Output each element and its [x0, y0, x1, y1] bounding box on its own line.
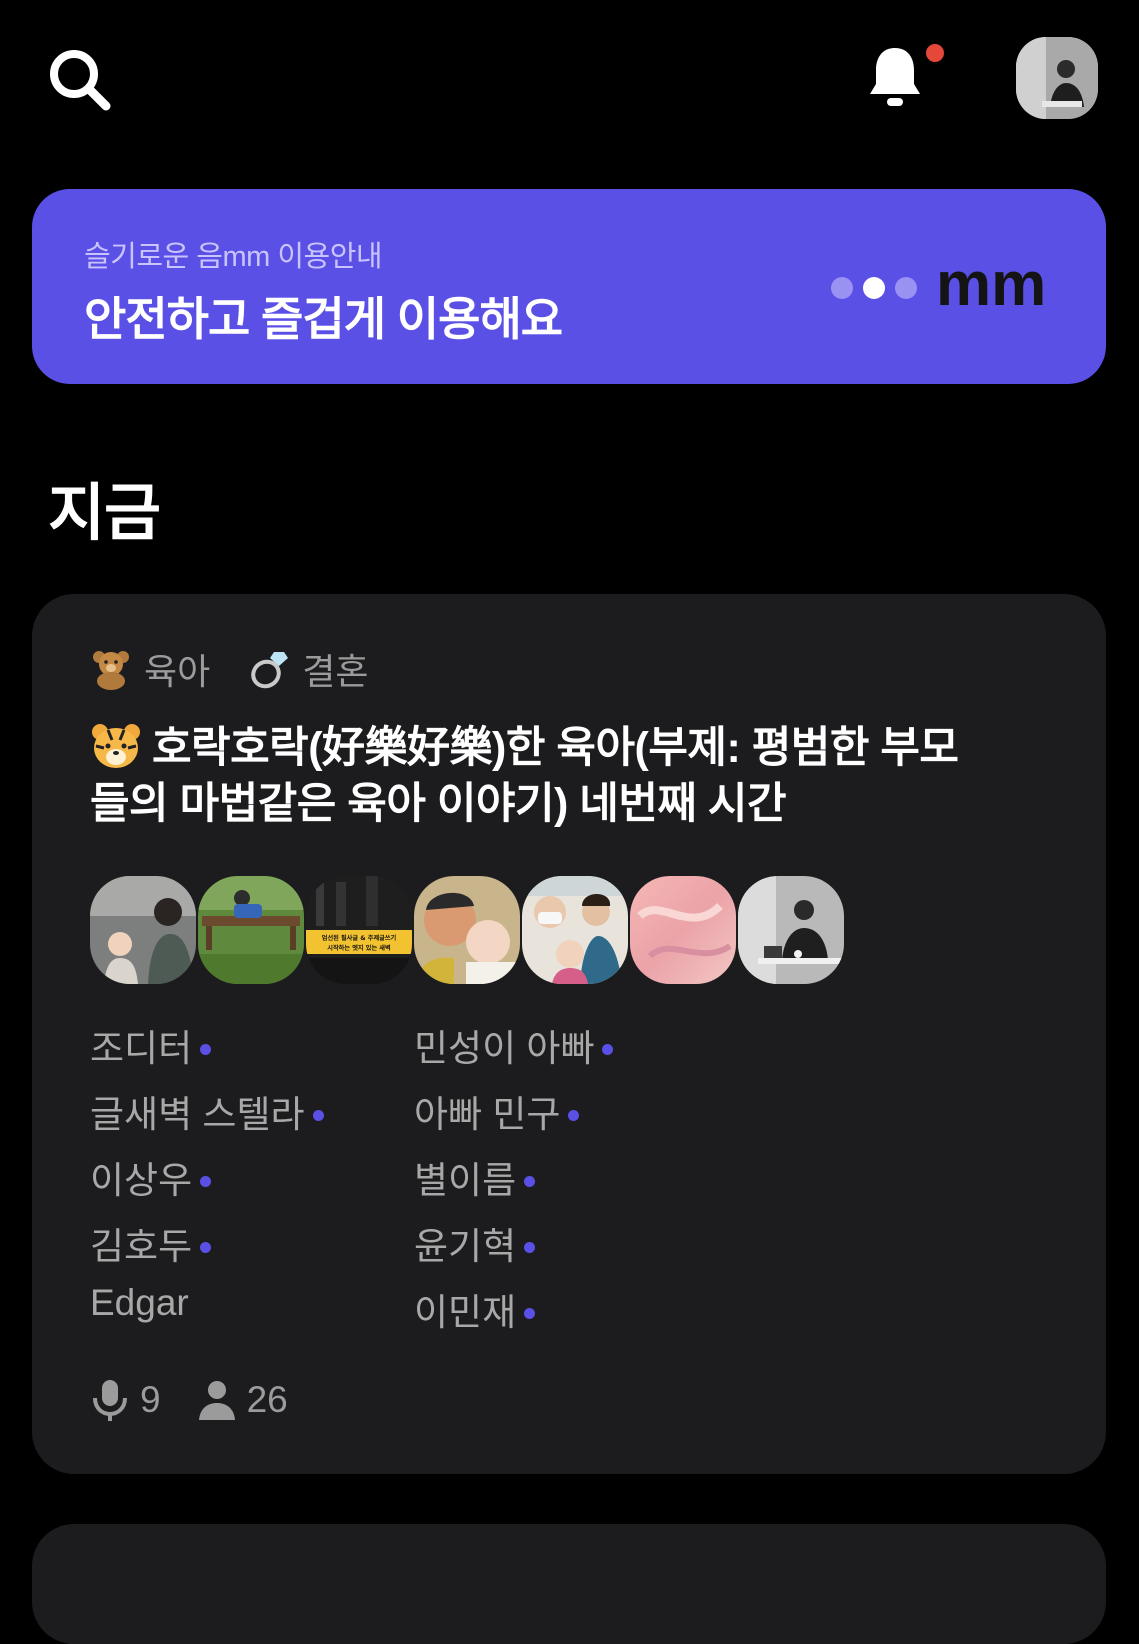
notification-badge: [926, 44, 944, 62]
top-bar: [0, 0, 1139, 160]
profile-avatar[interactable]: [1016, 37, 1098, 119]
search-icon[interactable]: [44, 44, 116, 116]
speaking-dot: [524, 1308, 536, 1319]
participant-name[interactable]: 글새벽 스텔라: [90, 1084, 324, 1150]
participant-name[interactable]: 윤기혁: [414, 1216, 613, 1282]
participant-name[interactable]: 조디터: [90, 1018, 324, 1084]
room-title: 호락호락(好樂好樂)한 육아(부제: 평범한 부모들의 마법같은 육아 이야기)…: [90, 720, 990, 832]
room-stats: 9 26: [90, 1376, 324, 1424]
room-card[interactable]: 육아 결혼 호락호락(好樂好樂)한 육아(부제: 평범한 부모들의 마법같은 육…: [32, 594, 1106, 1474]
speaker-avatar[interactable]: [522, 876, 628, 984]
participant-name[interactable]: 이민재: [414, 1282, 613, 1348]
listener-count-value: 26: [246, 1379, 288, 1420]
mm-logo: mm: [830, 250, 1060, 319]
bell-icon[interactable]: [862, 40, 932, 112]
book-cover-line: 엄선된 필사글 & 주제글쓰기: [322, 934, 397, 942]
speaker-avatar[interactable]: [90, 876, 196, 984]
participant-name[interactable]: 민성이 아빠: [414, 1018, 614, 1084]
speaker-avatar[interactable]: [414, 876, 520, 984]
tiger-face-icon: [90, 722, 142, 770]
names-column-right: 민성이 아빠 아빠 민구 별이름 윤기혁 이민재: [414, 1018, 614, 1348]
section-title: 지금: [48, 479, 161, 548]
logo-text: mm: [936, 255, 1046, 315]
speaking-dot: [524, 1242, 536, 1253]
tag-parenting[interactable]: 육아: [90, 643, 210, 695]
listener-count: 26: [197, 1378, 288, 1422]
speaking-dot: [524, 1176, 536, 1187]
book-cover-line: 시작하는 엣지 있는 새벽: [327, 944, 391, 952]
speaking-dot: [568, 1110, 580, 1121]
banner-subtitle: 슬기로운 음mm 이용안내: [84, 241, 383, 273]
speaking-dot: [200, 1176, 212, 1187]
speaking-dot: [312, 1110, 324, 1121]
speaker-avatar[interactable]: 엄선된 필사글 & 주제글쓰기 시작하는 엣지 있는 새벽: [306, 876, 412, 984]
speaker-avatar[interactable]: [198, 876, 304, 984]
tag-marriage[interactable]: 결혼: [248, 643, 369, 695]
ring-icon: [248, 648, 290, 690]
speaking-dot: [200, 1242, 212, 1253]
speaking-dot: [200, 1044, 212, 1055]
guide-banner[interactable]: 슬기로운 음mm 이용안내 안전하고 즐겁게 이용해요 mm: [32, 189, 1106, 384]
participant-name[interactable]: Edgar: [90, 1282, 324, 1348]
participant-name[interactable]: 김호두: [90, 1216, 324, 1282]
room-tags: 육아 결혼: [90, 646, 407, 692]
tag-label: 결혼: [302, 651, 369, 692]
person-icon: [197, 1378, 237, 1422]
tag-label: 육아: [144, 651, 211, 692]
room-title-text: 호락호락(好樂好樂)한 육아(부제: 평범한 부모들의 마법같은 육아 이야기)…: [90, 724, 959, 828]
participant-name[interactable]: 별이름: [414, 1150, 613, 1216]
speaker-count-value: 9: [140, 1379, 161, 1420]
speaker-avatar[interactable]: [630, 876, 736, 984]
room-card-next[interactable]: [32, 1524, 1106, 1644]
banner-title: 안전하고 즐겁게 이용해요: [84, 293, 563, 345]
microphone-icon: [90, 1378, 130, 1422]
names-column-left: 조디터 글새벽 스텔라 이상우 김호두 Edgar: [90, 1018, 324, 1348]
speaking-dot: [602, 1044, 614, 1055]
teddy-bear-icon: [90, 648, 132, 690]
speaker-count: 9: [90, 1378, 161, 1422]
participant-name[interactable]: 이상우: [90, 1150, 324, 1216]
participant-name[interactable]: 아빠 민구: [414, 1084, 613, 1150]
speaker-avatar[interactable]: [738, 876, 844, 984]
